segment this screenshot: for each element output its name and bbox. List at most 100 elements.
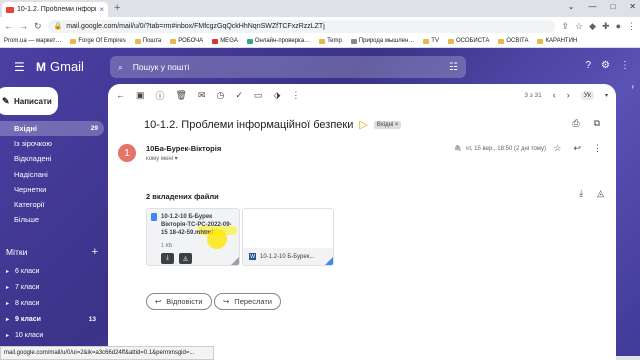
help-icon[interactable]: ? <box>585 60 591 71</box>
attachments-actions: ⤓ ◬ <box>579 188 604 199</box>
profile-icon[interactable]: ● <box>616 21 621 32</box>
more-options-icon[interactable]: ⋮ <box>291 90 300 101</box>
apps-grid-icon[interactable]: ⋮ <box>620 60 630 71</box>
add-to-drive-icon[interactable]: ◬ <box>179 253 192 264</box>
input-tools-button[interactable]: Ук <box>580 90 594 100</box>
bookmark-item[interactable]: Temp <box>319 38 342 44</box>
settings-gear-icon[interactable]: ⚙ <box>601 60 610 71</box>
add-task-icon[interactable]: ✓ <box>235 90 243 101</box>
sidebar-item-categories[interactable]: Категорії <box>0 197 104 212</box>
download-all-icon[interactable]: ⤓ <box>579 188 583 199</box>
bookmark-item[interactable]: MEGA <box>212 38 238 44</box>
reply-icon[interactable]: ↩ <box>573 143 581 154</box>
inbox-label-badge[interactable]: Вхідні × <box>373 120 402 129</box>
attachment-card[interactable]: W 10-1.2-10 Б-Бурек... <box>242 208 334 266</box>
reload-icon[interactable]: ↻ <box>34 21 42 32</box>
add-to-drive-icon[interactable]: ◬ <box>597 188 604 199</box>
search-input[interactable]: Пошук у пошті <box>133 62 190 72</box>
forward-icon[interactable]: → <box>19 21 28 31</box>
reply-button[interactable]: ↩ Відповісти <box>146 293 212 310</box>
minimize-button[interactable]: — <box>588 2 596 11</box>
compose-button[interactable]: ✎ Написати <box>0 87 58 115</box>
sender-name[interactable]: 10Ба-Бурек-Вікторія <box>146 144 221 153</box>
star-icon[interactable]: ☆ <box>553 143 561 154</box>
more-icon[interactable]: ⋮ <box>627 21 636 32</box>
tab-search-button[interactable]: ⌄ <box>568 2 575 11</box>
browser-tab[interactable]: 10-1.2. Проблеми інформаційної × <box>2 2 108 17</box>
tab-close-icon[interactable]: × <box>99 5 104 14</box>
add-label-icon[interactable]: + <box>92 246 98 258</box>
bookmark-item[interactable]: ОСВІТА <box>498 38 528 44</box>
email-toolbar: ← ▣ ⓘ 🗑 ✉ ◷ ✓ ▭ ⬗ ⋮ 3 з 31 ‹ › Ук ▾ <box>108 84 616 106</box>
label-icon[interactable]: ⬗ <box>273 90 280 101</box>
extension-icon[interactable]: ◆ <box>589 21 596 32</box>
print-icon[interactable]: ⎙ <box>572 118 579 129</box>
search-icon[interactable]: ⌕ <box>118 62 123 73</box>
message-actions: ☆ ↩ ⋮ <box>553 143 602 154</box>
bookmark-item[interactable]: Forge Of Empires <box>70 38 126 44</box>
close-window-button[interactable]: ✕ <box>629 2 636 11</box>
avatar[interactable]: 1 <box>118 144 136 162</box>
folder-icon <box>134 38 141 44</box>
archive-icon[interactable]: ▣ <box>136 90 145 101</box>
gmail-header: ☰ M Gmail ⌕ Пошук у пошті ☷ ? ⚙ ⋮ <box>0 52 640 82</box>
new-tab-button[interactable]: + <box>114 2 120 14</box>
expand-arrow-icon: ▸ <box>6 300 10 307</box>
snooze-icon[interactable]: ◷ <box>217 90 225 101</box>
main-menu-icon[interactable]: ☰ <box>14 60 25 74</box>
bookmark-item[interactable]: Природа мышлен… <box>350 38 414 44</box>
mark-unread-icon[interactable]: ✉ <box>198 90 206 101</box>
bookmark-item[interactable]: РОБОЧА <box>170 38 203 44</box>
bookmark-item[interactable]: ОСОБИСТА <box>447 38 489 44</box>
recipient-details[interactable]: кому мені ▾ <box>146 155 178 162</box>
gmail-m-icon: M <box>36 59 46 74</box>
inbox-count: 29 <box>90 125 98 133</box>
email-subject: 10-1.2. Проблеми інформаційної безпеки ▷… <box>144 118 402 131</box>
newer-icon[interactable]: ‹ <box>553 90 556 100</box>
puzzle-icon[interactable]: ✚ <box>602 21 610 32</box>
lock-icon[interactable]: 🔒 <box>54 22 63 30</box>
bookmark-item[interactable]: Онлайн-проверка… <box>246 38 310 44</box>
bookmark-item[interactable]: КАРАНТИН <box>537 38 577 44</box>
older-icon[interactable]: › <box>567 90 570 100</box>
bookmark-item[interactable]: Prom.ua — маркет… <box>4 38 61 44</box>
maximize-button[interactable]: □ <box>610 2 615 11</box>
attachment-card[interactable]: 10-1.2-10 Б-Бурек Вікторія-ТС-РС-2022-09… <box>146 208 240 266</box>
search-bar[interactable]: ⌕ Пошук у пошті ☷ <box>110 56 466 78</box>
input-tools-arrow-icon[interactable]: ▾ <box>605 92 608 99</box>
gmail-logo[interactable]: M Gmail <box>36 59 84 74</box>
email-view-panel: ← ▣ ⓘ 🗑 ✉ ◷ ✓ ▭ ⬗ ⋮ 3 з 31 ‹ › Ук ▾ 10-1… <box>108 84 616 360</box>
star-bookmark-icon[interactable]: ☆ <box>575 21 583 32</box>
tab-title: 10-1.2. Проблеми інформаційної <box>17 6 96 13</box>
move-to-icon[interactable]: ▭ <box>254 90 263 101</box>
label-item[interactable]: ▸ 10 класи <box>0 328 104 344</box>
back-icon[interactable]: ← <box>4 21 13 31</box>
back-to-inbox-icon[interactable]: ← <box>116 90 125 100</box>
delete-icon[interactable]: 🗑 <box>176 90 187 101</box>
url-field[interactable]: 🔒 mail.google.com/mail/u/0/?tab=rm#inbox… <box>47 19 556 33</box>
report-spam-icon[interactable]: ⓘ <box>156 89 165 102</box>
label-item[interactable]: ▸ 9 класи 13 <box>0 312 104 328</box>
share-icon[interactable]: ⇪ <box>561 21 569 32</box>
sidebar-item-inbox[interactable]: Вхідні 29 <box>0 121 104 137</box>
sidebar-item-sent[interactable]: Надіслані <box>0 167 104 182</box>
label-item[interactable]: ▸ 7 класи <box>0 279 104 295</box>
sidebar-item-drafts[interactable]: Чернетки <box>0 182 104 197</box>
search-options-icon[interactable]: ☷ <box>449 62 458 73</box>
hide-side-panel-icon[interactable]: › <box>631 82 634 91</box>
download-icon[interactable]: ⤓ <box>161 253 174 264</box>
bookmark-item[interactable]: Пошта <box>134 38 161 44</box>
important-marker-icon[interactable]: ▷ <box>359 118 367 131</box>
open-new-window-icon[interactable]: ⧉ <box>594 118 600 129</box>
expand-arrow-icon: ▸ <box>6 284 10 291</box>
sidebar-item-snoozed[interactable]: Відкладені <box>0 151 104 166</box>
label-item[interactable]: ▸ 8 класи <box>0 295 104 311</box>
more-icon[interactable]: ⋮ <box>593 143 602 154</box>
forward-button[interactable]: ↪ Переслати <box>214 293 281 310</box>
sidebar-item-more[interactable]: Більше <box>0 212 104 227</box>
label-item[interactable]: ▸ 6 класи <box>0 263 104 279</box>
sidebar-item-starred[interactable]: Із зірочкою <box>0 136 104 151</box>
labels-header: Мітки + <box>6 245 98 258</box>
bookmark-item[interactable]: TV <box>423 38 439 44</box>
status-bar-url: mail.google.com/mail/u/0/ui=2&ik=a3c66d2… <box>0 346 214 360</box>
